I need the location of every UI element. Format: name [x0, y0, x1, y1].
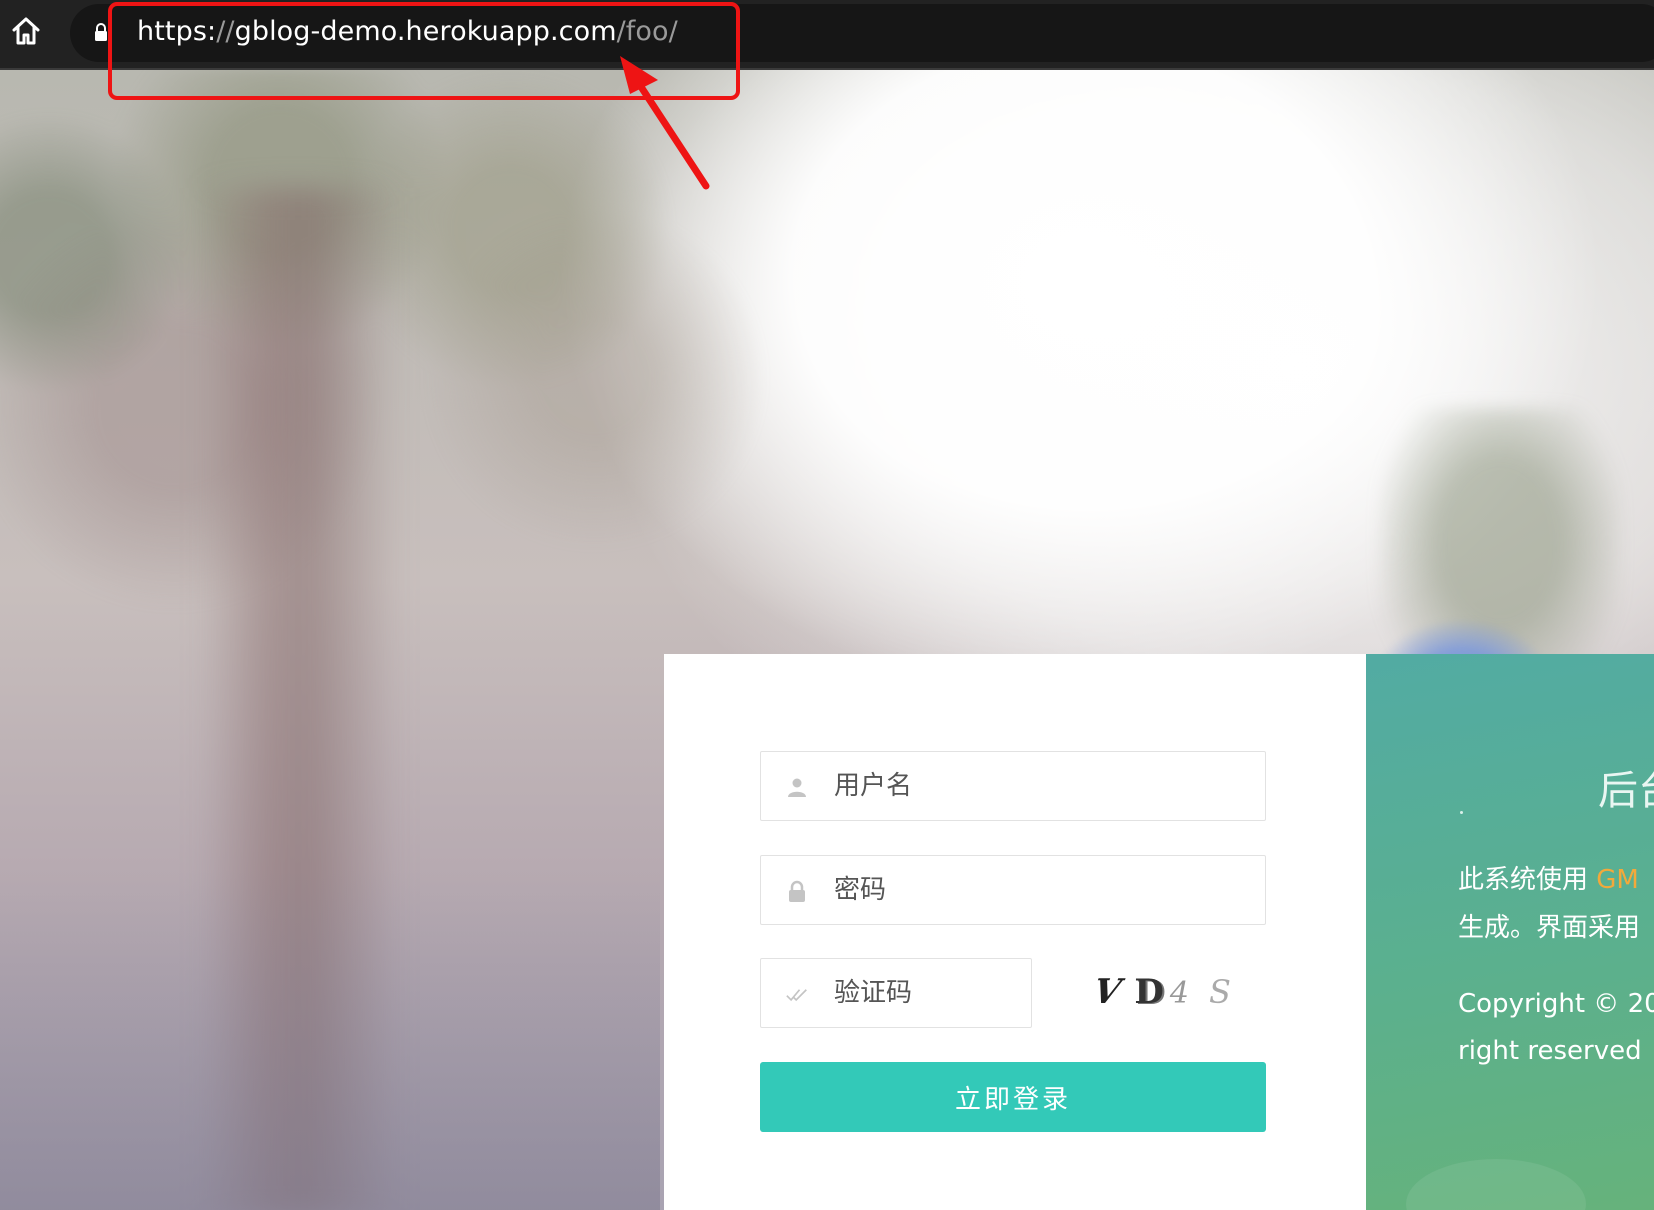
background-ground-haze: [0, 868, 660, 1210]
annotation-arrow: [620, 56, 710, 190]
lock-icon: [789, 880, 805, 902]
captcha-char: D: [1134, 972, 1164, 1012]
captcha-char: 4: [1169, 976, 1189, 1011]
username-placeholder: 用户名: [834, 771, 913, 801]
copyright-line-1: Copyright © 20: [1458, 989, 1654, 1019]
info-description-line-2: 生成。界面采用: [1458, 913, 1641, 943]
captcha-input[interactable]: 验证码: [760, 958, 1032, 1028]
captcha-char: S: [1208, 973, 1231, 1011]
login-panel: 用户名 密码 验证码 VD4S 立即登录: [664, 654, 1366, 1210]
captcha-image[interactable]: VD4S: [1090, 958, 1266, 1026]
copyright-line-2: right reserved: [1458, 1036, 1642, 1066]
double-check-icon: [786, 989, 807, 1002]
login-button[interactable]: 立即登录: [760, 1062, 1266, 1132]
info-framework-link[interactable]: GM: [1596, 865, 1639, 895]
decorative-dot: [1460, 811, 1463, 814]
user-icon: [788, 778, 806, 797]
captcha-char: V: [1090, 972, 1124, 1012]
password-input[interactable]: 密码: [760, 855, 1266, 925]
captcha-placeholder: 验证码: [834, 978, 913, 1008]
info-title: 后台: [1598, 768, 1654, 814]
info-description-prefix: 此系统使用: [1458, 865, 1597, 895]
username-input[interactable]: 用户名: [760, 751, 1266, 821]
info-panel: 后台 此系统使用 GM 生成。界面采用 Copyright © 20 right…: [1366, 654, 1654, 1210]
info-description-line-1: 此系统使用 GM: [1458, 859, 1639, 896]
password-placeholder: 密码: [834, 875, 887, 905]
decorative-wave: [1406, 1159, 1586, 1210]
home-icon[interactable]: [10, 14, 42, 48]
background-tree-canopy: [0, 68, 910, 688]
lock-icon: [95, 23, 107, 41]
